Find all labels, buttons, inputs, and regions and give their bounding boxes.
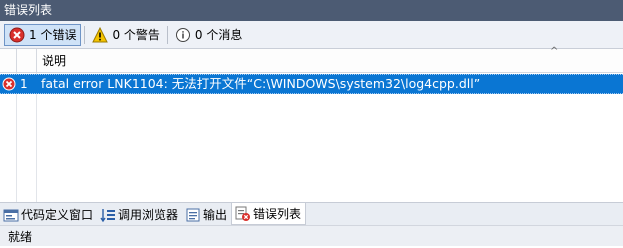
code-definition-icon	[3, 207, 19, 223]
toolbar-separator	[84, 25, 86, 44]
tab-call-browser-label: 调用浏览器	[118, 208, 179, 222]
tab-call-browser[interactable]: 调用浏览器	[97, 204, 182, 225]
tab-error-list[interactable]: 错误列表	[231, 203, 307, 225]
header-description-column[interactable]: 说明 ^	[37, 46, 623, 72]
output-icon	[185, 207, 201, 223]
toolbar-separator	[166, 25, 168, 44]
error-list-icon	[235, 206, 251, 222]
table-row[interactable]: 1 fatal error LNK1104: 无法打开文件“C:\WINDOWS…	[0, 74, 623, 94]
info-icon	[175, 27, 191, 43]
error-list-toolbar: 1 个错误 0 个警告 0 个消息	[0, 21, 623, 49]
header-icon-column[interactable]	[0, 49, 17, 72]
tab-error-list-label: 错误列表	[253, 207, 302, 221]
sort-ascending-icon: ^	[550, 46, 559, 57]
status-text: 就绪	[8, 230, 33, 244]
status-bar: 就绪	[0, 225, 623, 246]
header-description-label: 说明	[42, 54, 67, 68]
row-index: 1	[20, 77, 28, 91]
errors-filter-label: 1 个错误	[29, 28, 77, 42]
bottom-tab-strip: 代码定义窗口 调用浏览器 输出 错误列表	[0, 202, 623, 225]
warnings-filter-label: 0 个警告	[112, 28, 160, 42]
warning-icon	[92, 26, 109, 43]
errors-filter-button[interactable]: 1 个错误	[4, 23, 82, 46]
row-description: fatal error LNK1104: 无法打开文件“C:\WINDOWS\s…	[41, 76, 481, 91]
tab-output[interactable]: 输出	[182, 204, 231, 225]
messages-filter-button[interactable]: 0 个消息	[171, 24, 246, 46]
tab-code-definition[interactable]: 代码定义窗口	[0, 204, 97, 225]
messages-filter-label: 0 个消息	[194, 28, 243, 42]
error-grid: 说明 ^ 1 fatal error LNK1104: 无法打开文件“C:\WI…	[0, 46, 623, 202]
error-icon	[9, 27, 25, 43]
row-error-icon	[1, 75, 17, 93]
header-index-column[interactable]	[17, 49, 37, 72]
call-browser-icon	[100, 207, 116, 223]
panel-title: 错误列表	[0, 0, 623, 21]
warnings-filter-button[interactable]: 0 个警告	[88, 24, 163, 46]
tab-output-label: 输出	[203, 208, 228, 222]
tab-code-definition-label: 代码定义窗口	[21, 208, 94, 222]
panel-title-text: 错误列表	[4, 3, 53, 17]
grid-header: 说明 ^	[0, 46, 623, 73]
